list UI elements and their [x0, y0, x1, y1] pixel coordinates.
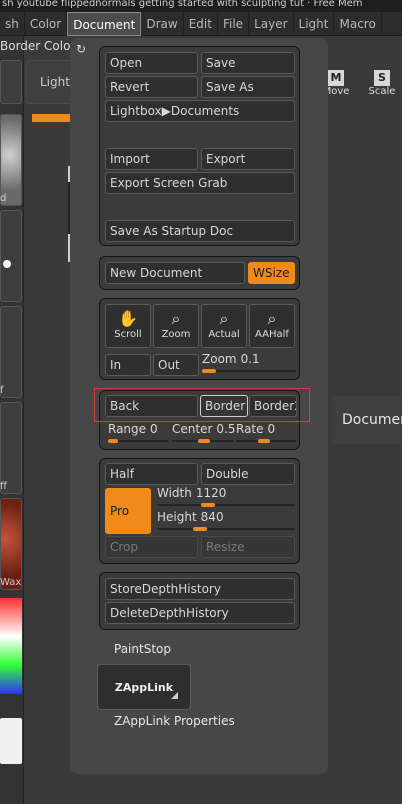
main-color-swatch[interactable] — [0, 718, 22, 764]
scale-icon: S — [374, 70, 390, 86]
save-button[interactable]: Save — [201, 52, 295, 74]
alpha-dot-icon — [3, 260, 11, 268]
wsize-button[interactable]: WSize — [248, 262, 295, 284]
export-screen-grab-button[interactable]: Export Screen Grab — [105, 172, 295, 194]
pro-button[interactable]: Pro — [105, 488, 151, 534]
double-button[interactable]: Double — [201, 463, 295, 485]
range-label: Range — [108, 422, 147, 436]
aahalf-button[interactable]: ⌕ AAHalf — [249, 304, 295, 348]
material-caption-3: ff — [0, 481, 7, 492]
revert-button[interactable]: Revert — [105, 76, 198, 98]
height-label: Height — [157, 510, 197, 524]
zoom-slider-label: Zoom — [202, 352, 237, 366]
menu-item-document[interactable]: Document — [67, 12, 142, 36]
zoom-slider-track — [202, 370, 296, 372]
left-tool-button[interactable] — [0, 60, 22, 104]
aahalf-label: AAHalf — [255, 329, 289, 340]
open-button[interactable]: Open — [105, 52, 198, 74]
magnifier-aahalf-icon: ⌕ — [267, 309, 277, 328]
save-as-startup-doc-button[interactable]: Save As Startup Doc — [105, 220, 295, 242]
height-slider-fill — [193, 527, 207, 531]
menu-item-color[interactable]: Color — [25, 12, 68, 36]
new-document-button[interactable]: New Document — [105, 262, 245, 284]
scale-tool-button[interactable]: S Scale — [364, 68, 400, 108]
rate-label: Rate — [236, 422, 264, 436]
import-button[interactable]: Import — [105, 148, 198, 170]
material-caption-4: Wax — [0, 577, 22, 588]
width-label: Width — [157, 486, 192, 500]
crop-button[interactable]: Crop — [105, 536, 198, 558]
actual-label: Actual — [208, 329, 240, 340]
width-slider[interactable]: Width 1120 — [157, 486, 295, 508]
resize-button[interactable]: Resize — [201, 536, 295, 558]
range-value: 0 — [150, 422, 158, 436]
zapplink-properties-label[interactable]: ZAppLink Properties — [114, 714, 235, 728]
zoom-out-button[interactable]: Out — [153, 354, 199, 376]
lightbox-documents-button[interactable]: Lightbox▶Documents — [105, 100, 295, 122]
zoom-button[interactable]: ⌕ Zoom — [153, 304, 199, 348]
rate-value: 0 — [267, 422, 276, 436]
scale-label: Scale — [368, 86, 396, 97]
center-slider[interactable]: Center 0.5 — [172, 422, 236, 444]
menu-item-draw[interactable]: Draw — [141, 12, 184, 36]
height-value: 840 — [200, 510, 224, 524]
menu-item-macro[interactable]: Macro — [334, 12, 382, 36]
export-button[interactable]: Export — [201, 148, 295, 170]
center-label: Center — [172, 422, 213, 436]
center-slider-fill — [198, 439, 210, 443]
range-slider[interactable]: Range 0 — [108, 422, 168, 444]
menu-item-file[interactable]: File — [218, 12, 250, 36]
highlight-box — [94, 388, 310, 422]
rate-slider[interactable]: Rate 0 — [236, 422, 296, 444]
menu-item-light[interactable]: Light — [294, 12, 335, 36]
height-slider[interactable]: Height 840 — [157, 510, 295, 532]
window-title: sh youtube flippednormals getting starte… — [0, 0, 402, 12]
zapplink-button[interactable]: ZAppLink — [97, 664, 191, 710]
zoom-slider[interactable]: Zoom 0.1 — [202, 352, 296, 374]
magnifier-actual-icon: ⌕ — [219, 309, 229, 328]
half-button[interactable]: Half — [105, 463, 198, 485]
rate-slider-fill — [258, 439, 270, 443]
hand-scroll-icon: ✋ — [118, 309, 138, 328]
menu-item-layer[interactable]: Layer — [249, 12, 294, 36]
document-tooltip: Documen — [332, 396, 402, 444]
material-caption-2: f — [0, 385, 4, 396]
magnifier-zoom-icon: ⌕ — [171, 309, 181, 328]
center-value: 0.5 — [216, 422, 236, 436]
scroll-button[interactable]: ✋ Scroll — [105, 304, 151, 348]
material-caption-1: d — [0, 193, 7, 204]
zoom-slider-value: 0.1 — [240, 352, 260, 366]
alpha-thumbnail[interactable] — [0, 210, 22, 302]
range-slider-fill — [108, 439, 118, 443]
color-picker-swatch[interactable] — [0, 598, 22, 694]
width-slider-track — [157, 504, 295, 506]
save-as-button[interactable]: Save As — [201, 76, 295, 98]
width-slider-fill — [201, 503, 215, 507]
zoom-in-button[interactable]: In — [105, 354, 151, 376]
border-color-label: Border Color — [0, 39, 76, 53]
pin-icon[interactable]: ↻ — [76, 42, 90, 56]
scroll-label: Scroll — [114, 329, 142, 340]
zoom-label: Zoom — [161, 329, 191, 340]
progress-strip — [32, 114, 72, 122]
move-icon: M — [328, 70, 344, 86]
expand-triangle-icon — [171, 692, 178, 699]
delete-depth-history-button[interactable]: DeleteDepthHistory — [105, 602, 295, 624]
zoom-slider-fill — [202, 369, 216, 373]
width-value: 1120 — [195, 486, 227, 500]
height-slider-track — [157, 528, 295, 530]
menubar: sh Color Document Draw Edit File Layer L… — [0, 12, 402, 36]
paintstop-label[interactable]: PaintStop — [114, 642, 171, 656]
zapplink-label: ZAppLink — [114, 681, 174, 694]
menu-item-sh[interactable]: sh — [0, 12, 25, 36]
actual-button[interactable]: ⌕ Actual — [201, 304, 247, 348]
store-depth-history-button[interactable]: StoreDepthHistory — [105, 578, 295, 600]
menu-item-edit[interactable]: Edit — [184, 12, 218, 36]
